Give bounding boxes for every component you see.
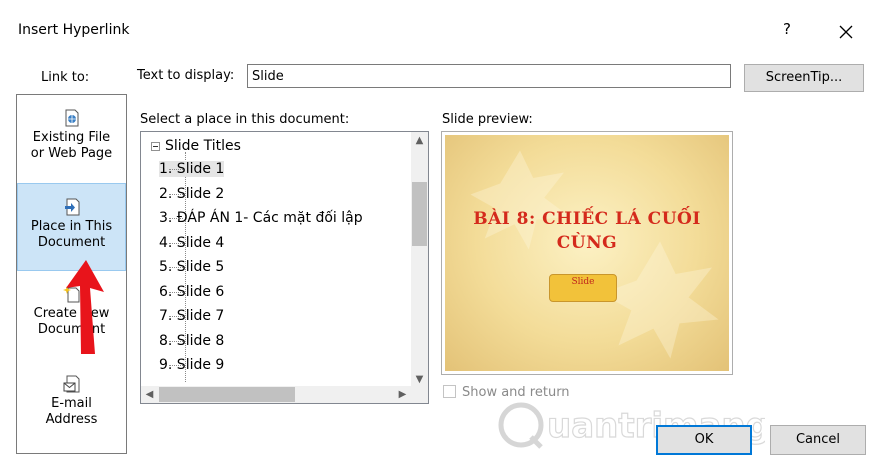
- checkbox-box[interactable]: [443, 385, 456, 398]
- vertical-scroll-thumb[interactable]: [412, 182, 427, 246]
- tree-item[interactable]: 3. ĐÁP ÁN 1- Các mặt đối lập: [159, 207, 363, 229]
- link-create-line1: Create New: [33, 306, 110, 321]
- close-button[interactable]: [834, 20, 858, 44]
- collapse-toggle-icon[interactable]: [151, 142, 160, 151]
- tree-horizontal-scrollbar[interactable]: ◀ ▶: [141, 386, 411, 403]
- close-icon: [839, 25, 853, 39]
- link-email-line2: Address: [45, 412, 98, 427]
- scroll-right-icon[interactable]: ▶: [394, 386, 411, 403]
- scroll-left-icon[interactable]: ◀: [141, 386, 158, 403]
- insert-hyperlink-dialog: Insert Hyperlink ? Link to: Existing Fil…: [0, 0, 869, 462]
- link-create-new-document[interactable]: Create New Document: [17, 285, 126, 338]
- text-to-display-label: Text to display:: [137, 68, 235, 83]
- scrollbar-corner: [411, 386, 428, 403]
- show-and-return-checkbox[interactable]: Show and return: [443, 385, 570, 400]
- show-and-return-label: Show and return: [462, 385, 570, 400]
- tree-item[interactable]: 5. Slide 5: [159, 256, 224, 278]
- select-place-label: Select a place in this document:: [140, 112, 350, 127]
- tree-item[interactable]: 2. Slide 2: [159, 183, 224, 205]
- link-place-line2: Document: [37, 235, 106, 250]
- screentip-button[interactable]: ScreenTip...: [744, 64, 864, 92]
- tree-root-slide-titles[interactable]: Slide Titles: [151, 136, 241, 156]
- link-email-line1: E-mail: [51, 396, 92, 411]
- horizontal-scroll-thumb[interactable]: [159, 387, 295, 402]
- slide-preview-frame: BÀI 8: CHIẾC LÁ CUỐI CÙNG Slide: [441, 131, 733, 375]
- slide-preview-label: Slide preview:: [442, 112, 533, 127]
- dialog-title: Insert Hyperlink: [18, 22, 130, 38]
- link-email-address[interactable]: E-mail Address: [17, 375, 126, 428]
- tree-root-label: Slide Titles: [165, 138, 241, 154]
- cancel-button[interactable]: Cancel: [770, 425, 866, 455]
- slide-title-line1: BÀI 8: CHIẾC LÁ CUỐI: [473, 209, 701, 229]
- tree-item-label: 3. ĐÁP ÁN 1- Các mặt đối lập: [159, 210, 363, 226]
- tree-vertical-scrollbar[interactable]: ▲ ▼: [411, 132, 428, 388]
- text-to-display-input[interactable]: [247, 64, 731, 88]
- document-place-tree[interactable]: Slide Titles 1. Slide 1 2. Slide 2 3. ĐÁ…: [140, 131, 429, 404]
- slide-button: Slide: [549, 274, 617, 302]
- document-place-icon: [64, 198, 79, 216]
- slide-preview-image: BÀI 8: CHIẾC LÁ CUỐI CÙNG Slide: [445, 135, 729, 371]
- new-document-icon: [62, 286, 79, 303]
- tree-item[interactable]: 1. Slide 1: [159, 158, 225, 180]
- tree-item[interactable]: 6. Slide 6: [159, 281, 224, 303]
- link-to-panel: Existing File or Web Page Place in This …: [16, 94, 127, 454]
- link-to-label: Link to:: [41, 70, 90, 85]
- tree-item[interactable]: 8. Slide 8: [159, 330, 224, 352]
- link-place-in-document[interactable]: Place in This Document: [17, 183, 126, 271]
- scroll-up-icon[interactable]: ▲: [411, 132, 428, 149]
- tree-item[interactable]: 7. Slide 7: [159, 305, 224, 327]
- link-existing-file-line1: Existing File: [32, 130, 111, 145]
- slide-title: BÀI 8: CHIẾC LÁ CUỐI CÙNG: [445, 207, 729, 255]
- slide-title-line2: CÙNG: [556, 233, 618, 253]
- link-create-line2: Document: [37, 322, 106, 337]
- email-icon: [63, 375, 79, 393]
- help-button[interactable]: ?: [776, 20, 798, 42]
- ok-button[interactable]: OK: [656, 425, 752, 455]
- link-existing-file[interactable]: Existing File or Web Page: [17, 109, 126, 162]
- tree-item[interactable]: 9. Slide 9: [159, 354, 224, 376]
- globe-file-icon: [65, 109, 78, 127]
- link-place-line1: Place in This: [30, 219, 113, 234]
- tree-item[interactable]: 4. Slide 4: [159, 232, 224, 254]
- link-existing-file-line2: or Web Page: [30, 146, 113, 161]
